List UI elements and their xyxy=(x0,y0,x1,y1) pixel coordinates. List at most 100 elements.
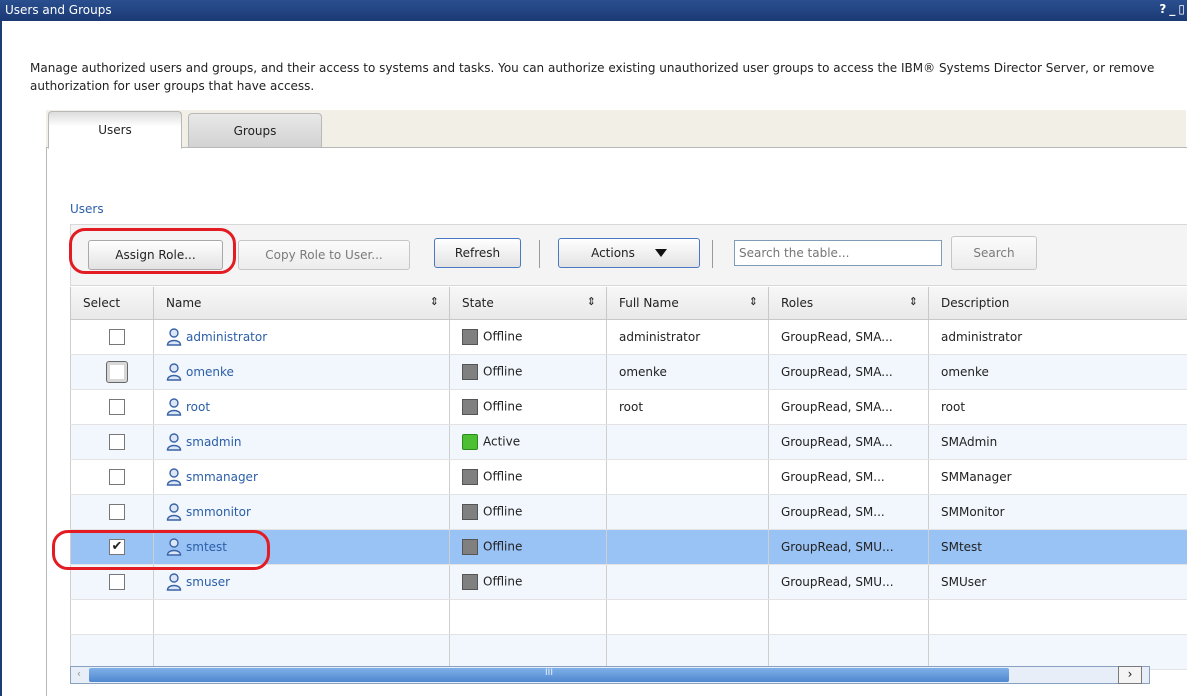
search-input[interactable] xyxy=(734,240,942,266)
table-row[interactable]: root Offline root GroupRead, SMA... root xyxy=(70,389,1187,425)
select-cell xyxy=(70,494,154,530)
user-name-link[interactable]: smmonitor xyxy=(186,505,251,519)
window-titlebar: Users and Groups ? _ ▯ xyxy=(0,0,1187,21)
scrollbar-grip: III xyxy=(545,668,553,678)
user-name-link[interactable]: administrator xyxy=(186,330,267,344)
user-icon xyxy=(166,397,182,416)
refresh-button[interactable]: Refresh xyxy=(434,238,521,268)
select-cell xyxy=(70,354,154,390)
name-cell: smmonitor xyxy=(153,494,450,530)
description-cell: SMtest xyxy=(928,529,1187,565)
offline-state-icon xyxy=(462,398,478,415)
table-row[interactable]: omenke Offline omenke GroupRead, SMA... omen… xyxy=(70,354,1187,390)
state-cell: Offline xyxy=(449,494,607,530)
empty-table-row xyxy=(70,599,1187,635)
table-row[interactable]: smadmin Active GroupRead, SMA... SMAdmin xyxy=(70,424,1187,460)
column-header-state[interactable]: State ⇕ xyxy=(449,287,607,320)
maximize-icon[interactable]: ▯ xyxy=(1178,2,1185,16)
row-checkbox[interactable] xyxy=(109,328,125,345)
state-text: Offline xyxy=(483,399,523,413)
column-header-roles[interactable]: Roles ⇕ xyxy=(768,287,929,320)
state-text: Offline xyxy=(483,329,523,343)
user-name-link[interactable]: omenke xyxy=(186,365,234,379)
table-row[interactable]: administrator Offline administrator GroupRe… xyxy=(70,319,1187,355)
description-cell: administrator xyxy=(928,319,1187,355)
roles-cell: GroupRead, SMU... xyxy=(768,529,929,565)
table-row[interactable]: smmanager Offline GroupRead, SM... SMManage… xyxy=(70,459,1187,495)
help-button[interactable]: ? xyxy=(1159,2,1166,16)
table-row[interactable]: smmonitor Offline GroupRead, SM... SMMonito… xyxy=(70,494,1187,530)
scroll-left-icon[interactable]: ‹ xyxy=(71,667,87,683)
state-cell: Offline xyxy=(449,354,607,390)
select-cell xyxy=(70,319,154,355)
tab-groups[interactable]: Groups xyxy=(188,113,322,148)
user-name-link[interactable]: smtest xyxy=(186,540,227,554)
column-header-name[interactable]: Name ⇕ xyxy=(153,287,450,320)
roles-cell: GroupRead, SMA... xyxy=(768,389,929,425)
actions-dropdown[interactable]: Actions xyxy=(558,238,700,268)
description-cell: SMManager xyxy=(928,459,1187,495)
table-row[interactable]: smuser Offline GroupRead, SMU... SMUser xyxy=(70,564,1187,600)
search-button[interactable]: Search xyxy=(951,236,1037,270)
state-text: Offline xyxy=(483,469,523,483)
minimize-button[interactable]: _ xyxy=(1169,2,1175,16)
name-cell: smuser xyxy=(153,564,450,600)
sort-icon[interactable]: ⇕ xyxy=(430,295,439,308)
row-checkbox[interactable] xyxy=(109,503,125,520)
section-label: Users xyxy=(70,202,104,216)
column-header-full-name[interactable]: Full Name ⇕ xyxy=(606,287,769,320)
user-name-link[interactable]: smadmin xyxy=(186,435,242,449)
sort-icon[interactable]: ⇕ xyxy=(909,295,918,308)
table-row[interactable]: ✔ smtest Offline GroupRead, SMU... SMtest xyxy=(70,529,1187,565)
state-cell: Active xyxy=(449,424,607,460)
page-description: Manage authorized users and groups, and … xyxy=(30,61,1155,93)
name-cell: omenke xyxy=(153,354,450,390)
full-name-cell: root xyxy=(606,389,769,425)
state-cell: Offline xyxy=(449,389,607,425)
column-header-description[interactable]: Description xyxy=(928,287,1187,320)
name-cell: smmanager xyxy=(153,459,450,495)
tab-users-label: Users xyxy=(98,123,132,137)
state-cell: Offline xyxy=(449,564,607,600)
column-header-select[interactable]: Select xyxy=(70,287,154,320)
sort-icon[interactable]: ⇕ xyxy=(749,295,758,308)
full-name-cell xyxy=(606,459,769,495)
row-checkbox[interactable] xyxy=(109,398,125,415)
name-cell: smtest xyxy=(153,529,450,565)
row-checkbox[interactable] xyxy=(109,468,125,485)
users-table: Select Name ⇕ State ⇕ Full Name ⇕ Roles ⇕ De… xyxy=(70,287,1187,670)
table-header-row: Select Name ⇕ State ⇕ Full Name ⇕ Roles ⇕ De… xyxy=(70,287,1187,320)
horizontal-scrollbar[interactable]: ‹ III xyxy=(70,666,1150,684)
state-cell: Offline xyxy=(449,319,607,355)
row-checkbox[interactable]: ✔ xyxy=(109,538,125,555)
offline-state-icon xyxy=(462,468,478,485)
active-state-icon xyxy=(462,433,478,450)
full-name-cell: administrator xyxy=(606,319,769,355)
offline-state-icon xyxy=(462,538,478,555)
toolbar-separator xyxy=(539,240,540,268)
sort-icon[interactable]: ⇕ xyxy=(587,295,596,308)
description-cell: SMMonitor xyxy=(928,494,1187,530)
toolbar-separator xyxy=(712,240,713,268)
tab-users[interactable]: Users xyxy=(48,111,182,149)
row-checkbox[interactable] xyxy=(109,573,125,590)
full-name-cell xyxy=(606,564,769,600)
select-cell xyxy=(70,459,154,495)
scrollbar-thumb[interactable]: III xyxy=(89,668,1009,682)
user-name-link[interactable]: smmanager xyxy=(186,470,258,484)
user-name-link[interactable]: smuser xyxy=(186,575,230,589)
user-name-link[interactable]: root xyxy=(186,400,210,414)
row-checkbox[interactable] xyxy=(106,360,128,383)
actions-label: Actions xyxy=(591,246,635,260)
state-text: Offline xyxy=(483,364,523,378)
row-checkbox[interactable] xyxy=(109,433,125,450)
full-name-cell xyxy=(606,424,769,460)
scroll-right-button[interactable]: › xyxy=(1118,666,1142,684)
assign-role-button[interactable]: Assign Role... xyxy=(88,240,223,270)
roles-cell: GroupRead, SMA... xyxy=(768,424,929,460)
copy-role-button[interactable]: Copy Role to User... xyxy=(238,240,410,270)
description-cell: SMUser xyxy=(928,564,1187,600)
roles-cell: GroupRead, SMA... xyxy=(768,354,929,390)
window-left-border xyxy=(0,21,2,696)
user-icon xyxy=(166,572,182,591)
